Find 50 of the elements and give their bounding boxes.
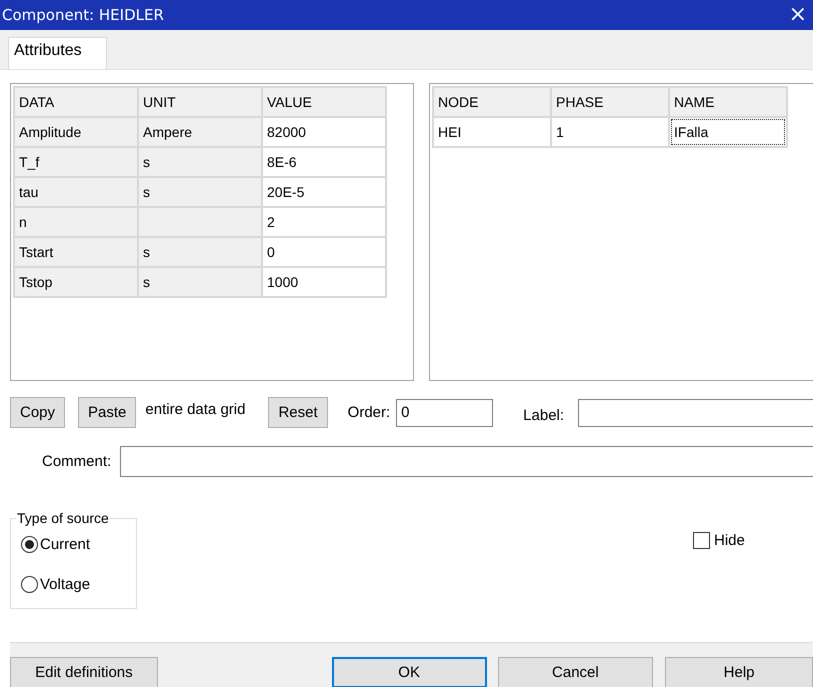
table-cell[interactable]: 2	[262, 207, 386, 237]
radio-option[interactable]: Current	[21, 526, 136, 562]
tab[interactable]: Attributes	[8, 37, 107, 69]
paste-button[interactable]: Paste	[78, 397, 136, 428]
table-cell[interactable]: 1000	[262, 267, 386, 297]
table-cell: s	[138, 267, 262, 297]
order-field[interactable]: 0	[396, 398, 494, 426]
hide-checkbox[interactable]: Hide	[693, 530, 745, 550]
checkbox[interactable]	[693, 532, 710, 548]
window-title: Component: HEIDLER	[2, 6, 164, 24]
table-cell[interactable]: 20E-5	[262, 177, 386, 207]
close-button[interactable]: ×	[782, 2, 813, 28]
order-label: Order:	[348, 404, 390, 421]
radio-icon[interactable]	[21, 576, 38, 592]
column-header[interactable]: VALUE	[262, 87, 386, 117]
column-header[interactable]: NODE	[433, 87, 551, 117]
copy-button[interactable]: Copy	[10, 397, 66, 428]
table-cell[interactable]: HEI	[433, 117, 551, 147]
table-cell: s	[138, 237, 262, 267]
dialog-button[interactable]: Cancel	[498, 657, 654, 687]
comment-field[interactable]	[120, 446, 813, 477]
dialog-button[interactable]: OK	[332, 657, 486, 687]
table-cell: Amplitude	[14, 117, 138, 147]
grid-note: entire data grid	[145, 401, 246, 418]
group-title: Type of source	[16, 510, 110, 526]
table-cell: s	[138, 147, 262, 177]
table-cell[interactable]: 0	[262, 237, 386, 267]
label-label: Label:	[523, 407, 564, 424]
column-header[interactable]: UNIT	[138, 87, 262, 117]
table-cell: Ampere	[138, 117, 262, 147]
table-cell[interactable]: 1	[551, 117, 669, 147]
radio-option[interactable]: Voltage	[21, 562, 136, 606]
column-header[interactable]: NAME	[669, 87, 787, 117]
table-cell: T_f	[14, 147, 138, 177]
reset-button[interactable]: Reset	[268, 397, 328, 428]
table-cell: Tstart	[14, 237, 138, 267]
table-cell[interactable]: IFalla	[669, 117, 787, 147]
table-cell: tau	[14, 177, 138, 207]
table-cell: s	[138, 177, 262, 207]
table-cell[interactable]: 8E-6	[262, 147, 386, 177]
column-header[interactable]: DATA	[14, 87, 138, 117]
dialog-button[interactable]: Edit definitions	[10, 657, 158, 687]
table-cell: n	[14, 207, 138, 237]
dialog-button[interactable]: Help	[665, 657, 813, 687]
column-header[interactable]: PHASE	[551, 87, 669, 117]
label-field[interactable]	[578, 398, 813, 426]
table-cell[interactable]: 82000	[262, 117, 386, 147]
radio-icon[interactable]	[21, 536, 38, 552]
table-cell: Tstop	[14, 267, 138, 297]
comment-label: Comment:	[42, 453, 112, 470]
